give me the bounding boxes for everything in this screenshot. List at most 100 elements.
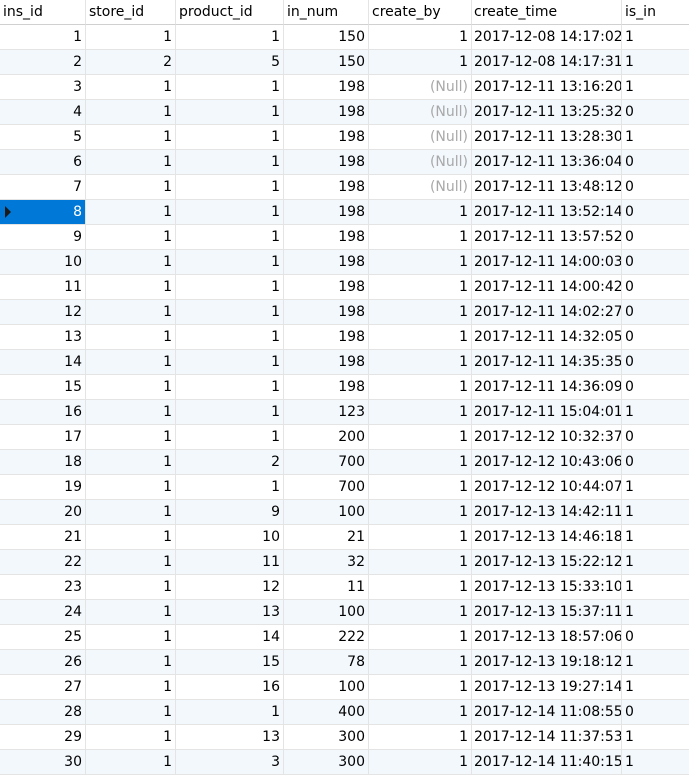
cell-store-id[interactable]: 1 <box>86 125 176 150</box>
cell-create-time[interactable]: 2017-12-11 14:00:42 <box>472 275 622 300</box>
cell-ins-id[interactable]: 25 <box>0 625 86 650</box>
cell-store-id[interactable]: 1 <box>86 350 176 375</box>
cell-store-id[interactable]: 1 <box>86 25 176 50</box>
table-row[interactable]: 10 1 1 198 1 2017-12-11 14:00:03 0 <box>0 250 689 275</box>
cell-is-in[interactable]: 0 <box>622 700 689 725</box>
cell-ins-id[interactable]: 2 <box>0 50 86 75</box>
cell-product-id[interactable]: 1 <box>176 275 284 300</box>
cell-is-in[interactable]: 1 <box>622 575 689 600</box>
cell-product-id[interactable]: 1 <box>176 250 284 275</box>
cell-ins-id[interactable]: 15 <box>0 375 86 400</box>
table-row[interactable]: 23 1 12 11 1 2017-12-13 15:33:10 1 <box>0 575 689 600</box>
table-row[interactable]: 7 1 1 198 (Null) 2017-12-11 13:48:12 0 <box>0 175 689 200</box>
cell-create-by[interactable]: 1 <box>369 500 472 525</box>
cell-ins-id[interactable]: 13 <box>0 325 86 350</box>
cell-create-time[interactable]: 2017-12-11 13:48:12 <box>472 175 622 200</box>
cell-create-by[interactable]: 1 <box>369 675 472 700</box>
table-row[interactable]: 28 1 1 400 1 2017-12-14 11:08:55 0 <box>0 700 689 725</box>
cell-store-id[interactable]: 1 <box>86 100 176 125</box>
cell-is-in[interactable]: 0 <box>622 100 689 125</box>
cell-store-id[interactable]: 1 <box>86 650 176 675</box>
cell-product-id[interactable]: 1 <box>176 400 284 425</box>
cell-in-num[interactable]: 400 <box>284 700 369 725</box>
cell-create-time[interactable]: 2017-12-13 14:46:18 <box>472 525 622 550</box>
cell-in-num[interactable]: 21 <box>284 525 369 550</box>
cell-ins-id[interactable]: 30 <box>0 750 86 775</box>
cell-create-time[interactable]: 2017-12-13 15:37:11 <box>472 600 622 625</box>
cell-product-id[interactable]: 10 <box>176 525 284 550</box>
cell-store-id[interactable]: 1 <box>86 175 176 200</box>
cell-create-by[interactable]: 1 <box>369 25 472 50</box>
cell-ins-id[interactable]: 29 <box>0 725 86 750</box>
cell-product-id[interactable]: 14 <box>176 625 284 650</box>
cell-in-num[interactable]: 198 <box>284 75 369 100</box>
column-header-create-time[interactable]: create_time <box>472 0 622 25</box>
cell-store-id[interactable]: 1 <box>86 150 176 175</box>
cell-product-id[interactable]: 1 <box>176 125 284 150</box>
cell-store-id[interactable]: 1 <box>86 450 176 475</box>
cell-product-id[interactable]: 5 <box>176 50 284 75</box>
cell-product-id[interactable]: 1 <box>176 150 284 175</box>
cell-create-by[interactable]: 1 <box>369 750 472 775</box>
cell-create-by[interactable]: 1 <box>369 725 472 750</box>
cell-in-num[interactable]: 198 <box>284 200 369 225</box>
cell-in-num[interactable]: 200 <box>284 425 369 450</box>
cell-in-num[interactable]: 198 <box>284 275 369 300</box>
cell-create-by[interactable]: 1 <box>369 425 472 450</box>
cell-create-time[interactable]: 2017-12-14 11:08:55 <box>472 700 622 725</box>
cell-is-in[interactable]: 1 <box>622 550 689 575</box>
table-row[interactable]: 19 1 1 700 1 2017-12-12 10:44:07 1 <box>0 475 689 500</box>
cell-product-id[interactable]: 1 <box>176 700 284 725</box>
cell-ins-id[interactable]: 11 <box>0 275 86 300</box>
cell-create-by[interactable]: 1 <box>369 600 472 625</box>
table-row[interactable]: 13 1 1 198 1 2017-12-11 14:32:05 0 <box>0 325 689 350</box>
cell-create-time[interactable]: 2017-12-11 14:00:03 <box>472 250 622 275</box>
cell-product-id[interactable]: 12 <box>176 575 284 600</box>
cell-is-in[interactable]: 0 <box>622 175 689 200</box>
cell-product-id[interactable]: 1 <box>176 100 284 125</box>
cell-store-id[interactable]: 1 <box>86 600 176 625</box>
cell-create-by[interactable]: 1 <box>369 450 472 475</box>
cell-store-id[interactable]: 1 <box>86 675 176 700</box>
cell-create-by[interactable]: (Null) <box>369 100 472 125</box>
cell-product-id[interactable]: 1 <box>176 350 284 375</box>
cell-create-by[interactable]: 1 <box>369 575 472 600</box>
table-row[interactable]: 21 1 10 21 1 2017-12-13 14:46:18 1 <box>0 525 689 550</box>
cell-create-time[interactable]: 2017-12-14 11:40:15 <box>472 750 622 775</box>
cell-is-in[interactable]: 1 <box>622 675 689 700</box>
cell-is-in[interactable]: 1 <box>622 650 689 675</box>
cell-ins-id[interactable]: 9 <box>0 225 86 250</box>
cell-create-by[interactable]: 1 <box>369 300 472 325</box>
table-row[interactable]: 16 1 1 123 1 2017-12-11 15:04:01 1 <box>0 400 689 425</box>
cell-product-id[interactable]: 13 <box>176 725 284 750</box>
cell-in-num[interactable]: 100 <box>284 600 369 625</box>
cell-is-in[interactable]: 0 <box>622 325 689 350</box>
cell-create-time[interactable]: 2017-12-11 14:36:09 <box>472 375 622 400</box>
cell-is-in[interactable]: 1 <box>622 50 689 75</box>
cell-create-time[interactable]: 2017-12-11 13:16:20 <box>472 75 622 100</box>
cell-create-time[interactable]: 2017-12-13 19:27:14 <box>472 675 622 700</box>
cell-ins-id[interactable]: 14 <box>0 350 86 375</box>
cell-is-in[interactable]: 1 <box>622 725 689 750</box>
cell-product-id[interactable]: 1 <box>176 300 284 325</box>
cell-create-by[interactable]: 1 <box>369 475 472 500</box>
table-row[interactable]: 29 1 13 300 1 2017-12-14 11:37:53 1 <box>0 725 689 750</box>
cell-is-in[interactable]: 0 <box>622 350 689 375</box>
cell-store-id[interactable]: 1 <box>86 75 176 100</box>
cell-create-by[interactable]: 1 <box>369 325 472 350</box>
table-row[interactable]: 2 2 5 150 1 2017-12-08 14:17:31 1 <box>0 50 689 75</box>
cell-store-id[interactable]: 1 <box>86 400 176 425</box>
cell-in-num[interactable]: 32 <box>284 550 369 575</box>
cell-create-time[interactable]: 2017-12-13 14:42:11 <box>472 500 622 525</box>
cell-in-num[interactable]: 198 <box>284 150 369 175</box>
table-row[interactable]: 4 1 1 198 (Null) 2017-12-11 13:25:32 0 <box>0 100 689 125</box>
cell-ins-id[interactable]: 21 <box>0 525 86 550</box>
cell-in-num[interactable]: 78 <box>284 650 369 675</box>
cell-in-num[interactable]: 100 <box>284 675 369 700</box>
cell-create-by[interactable]: 1 <box>369 350 472 375</box>
cell-store-id[interactable]: 1 <box>86 525 176 550</box>
cell-store-id[interactable]: 1 <box>86 625 176 650</box>
cell-create-time[interactable]: 2017-12-12 10:32:37 <box>472 425 622 450</box>
cell-create-time[interactable]: 2017-12-11 13:36:04 <box>472 150 622 175</box>
cell-product-id[interactable]: 11 <box>176 550 284 575</box>
